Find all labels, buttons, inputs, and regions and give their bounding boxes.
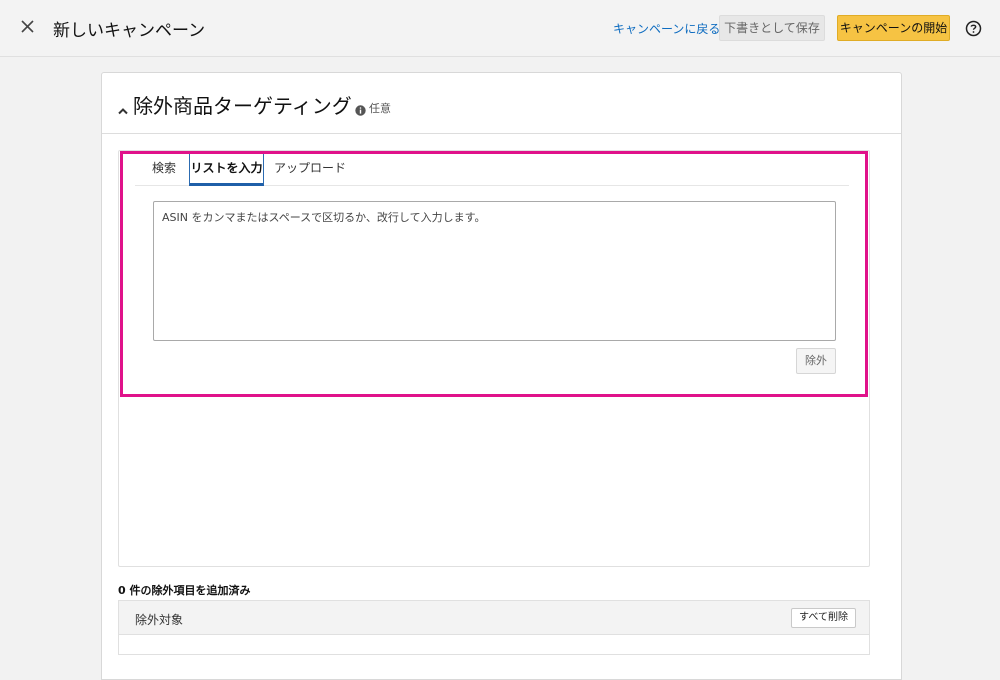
back-to-campaigns-link[interactable]: キャンペーンに戻る <box>613 20 720 37</box>
page-title: 新しいキャンペーン <box>53 21 206 41</box>
info-icon <box>355 101 366 116</box>
section-title: 除外商品ターゲティング <box>133 94 352 118</box>
optional-label: 任意 <box>369 102 391 115</box>
excluded-count: 0 件の除外項目を追加済み <box>118 584 251 597</box>
targeting-input-box: 検索 リストを入力 アップロード ASIN をカンマまたはスペースで区切るか、改… <box>118 150 870 567</box>
highlight-frame <box>120 151 868 397</box>
excluded-items-table: 除外対象 すべて削除 <box>118 600 870 655</box>
save-draft-button[interactable]: 下書きとして保存 <box>719 15 825 41</box>
help-icon[interactable] <box>965 20 982 37</box>
panel-header: 除外商品ターゲティング 任意 <box>102 73 901 134</box>
start-campaign-button[interactable]: キャンペーンの開始 <box>837 15 950 41</box>
delete-all-button[interactable]: すべて削除 <box>791 608 856 628</box>
table-header: 除外対象 すべて削除 <box>119 601 869 635</box>
close-icon[interactable] <box>18 17 38 37</box>
top-bar: 新しいキャンペーン キャンペーンに戻る 下書きとして保存 キャンペーンの開始 <box>0 0 1000 57</box>
chevron-up-icon[interactable] <box>118 100 128 115</box>
column-header-excluded: 除外対象 <box>135 613 184 627</box>
excluded-products-panel: 除外商品ターゲティング 任意 検索 リストを入力 アップロード ASIN をカン… <box>101 72 902 680</box>
